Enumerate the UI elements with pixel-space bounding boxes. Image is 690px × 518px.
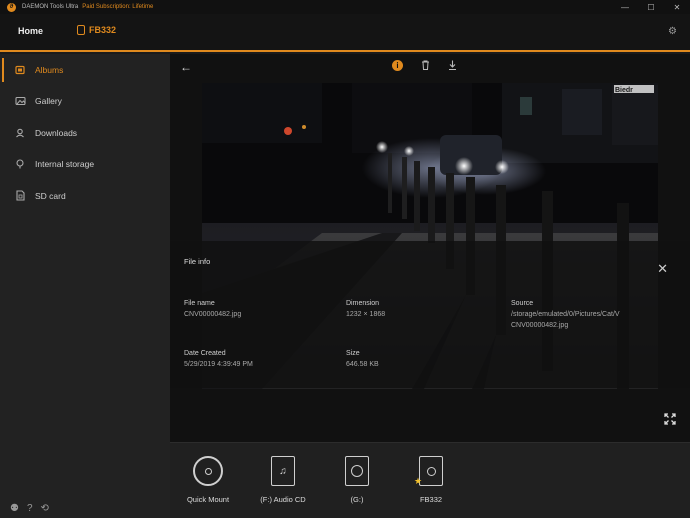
downloads-icon (14, 128, 26, 138)
image-viewer: ← i Biedr File info ✕ File name CNV00000… (170, 54, 690, 442)
internal-storage-icon (14, 159, 26, 169)
dock-item-audio-cd[interactable]: ♫ (F:) Audio CD (253, 455, 313, 504)
dock-item-label: Quick Mount (186, 495, 230, 504)
back-arrow-icon[interactable]: ← (180, 60, 192, 74)
viewer-toolbar: ← i (170, 54, 690, 82)
sidebar-item-albums[interactable]: Albums (0, 54, 170, 86)
minimize-button[interactable]: — (612, 0, 638, 14)
sidebar-item-label: Albums (35, 64, 64, 75)
phone-icon (77, 25, 85, 35)
tab-device[interactable]: FB332 (77, 25, 116, 35)
source-field: Source /storage/emulated/0/Pictures/Cat/… (511, 298, 620, 331)
gear-icon[interactable]: ⚙ (668, 26, 677, 37)
accounts-icon[interactable]: ⚉ (10, 503, 19, 514)
drive-g-icon (345, 455, 369, 487)
app-logo-icon: ϑ (7, 2, 16, 12)
tab-home[interactable]: Home (18, 26, 43, 36)
subscription-label: Paid Subscription: Lifetime (82, 4, 154, 10)
star-icon: ★ (414, 476, 423, 486)
app-window: ϑ DAEMON Tools Ultra Paid Subscription: … (0, 0, 690, 518)
dock-item-quick-mount[interactable]: Quick Mount (178, 455, 238, 504)
help-icon[interactable]: ? (27, 503, 33, 514)
drive-dock: Quick Mount ♫ (F:) Audio CD (G:) ★ FB332 (170, 442, 690, 518)
refresh-icon[interactable]: ⟲ (41, 503, 49, 514)
download-icon[interactable] (448, 60, 457, 73)
size-field: Size 646.58 KB (346, 348, 379, 370)
size-label: Size (346, 350, 360, 357)
sidebar-item-internal-storage[interactable]: Internal storage (0, 149, 170, 181)
file-name-label: File name (184, 300, 215, 307)
app-title: DAEMON Tools Ultra (22, 4, 79, 10)
album-icon (14, 65, 26, 75)
gallery-icon (14, 96, 26, 106)
sidebar-item-label: Downloads (35, 127, 78, 138)
dock-item-label: (F:) Audio CD (260, 495, 306, 504)
file-name-field: File name CNV00000482.jpg (184, 298, 241, 320)
close-info-icon[interactable]: ✕ (657, 261, 668, 277)
source-value-line-1: /storage/emulated/0/Pictures/Cat/V (511, 311, 620, 318)
sidebar-item-sd-card[interactable]: SD card (0, 180, 170, 212)
header: Home FB332 ⚙ (0, 14, 690, 52)
dimension-field: Dimension 1232 × 1868 (346, 298, 385, 320)
dock-item-label: (G:) (350, 495, 364, 504)
date-created-value: 5/29/2019 4:39:49 PM (184, 361, 253, 368)
title-bar: ϑ DAEMON Tools Ultra Paid Subscription: … (0, 0, 690, 14)
sidebar-item-label: Internal storage (35, 159, 95, 170)
store-sign-text: Biedr (615, 87, 633, 94)
maximize-button[interactable]: ☐ (638, 0, 664, 14)
sidebar-footer: ⚉ ? ⟲ (10, 503, 49, 514)
info-icon[interactable]: i (392, 60, 403, 71)
source-label: Source (511, 300, 534, 307)
sidebar-item-gallery[interactable]: Gallery (0, 86, 170, 118)
quick-mount-disc-icon (193, 455, 223, 487)
fullscreen-icon[interactable] (664, 413, 676, 428)
sidebar-item-label: Gallery (35, 96, 62, 107)
viewer-actions: i (392, 60, 457, 73)
file-info-panel: File info ✕ File name CNV00000482.jpg Di… (170, 241, 690, 388)
tab-device-label: FB332 (89, 25, 117, 35)
file-info-title: File info (184, 257, 211, 266)
delete-icon[interactable] (421, 60, 430, 73)
dock-item-drive-g[interactable]: (G:) (327, 455, 387, 504)
date-created-label: Date Created (184, 350, 226, 357)
source-value-line-2: CNV00000482.jpg (511, 322, 569, 329)
close-window-button[interactable]: ✕ (664, 0, 690, 14)
dimension-value: 1232 × 1868 (346, 311, 386, 318)
dock-item-fb332[interactable]: ★ FB332 (401, 455, 461, 504)
sidebar: Albums Gallery Downloads Internal storag… (0, 54, 170, 518)
sidebar-item-label: SD card (35, 190, 66, 201)
phone-device-icon: ★ (414, 455, 443, 487)
size-value: 646.58 KB (346, 361, 379, 368)
audio-cd-icon: ♫ (271, 455, 295, 487)
dimension-label: Dimension (346, 300, 380, 307)
date-created-field: Date Created 5/29/2019 4:39:49 PM (184, 348, 253, 370)
sd-card-icon (14, 190, 26, 201)
sidebar-item-downloads[interactable]: Downloads (0, 117, 170, 149)
window-controls: — ☐ ✕ (612, 0, 690, 14)
dock-item-label: FB332 (419, 495, 443, 504)
file-name-value: CNV00000482.jpg (184, 311, 242, 318)
